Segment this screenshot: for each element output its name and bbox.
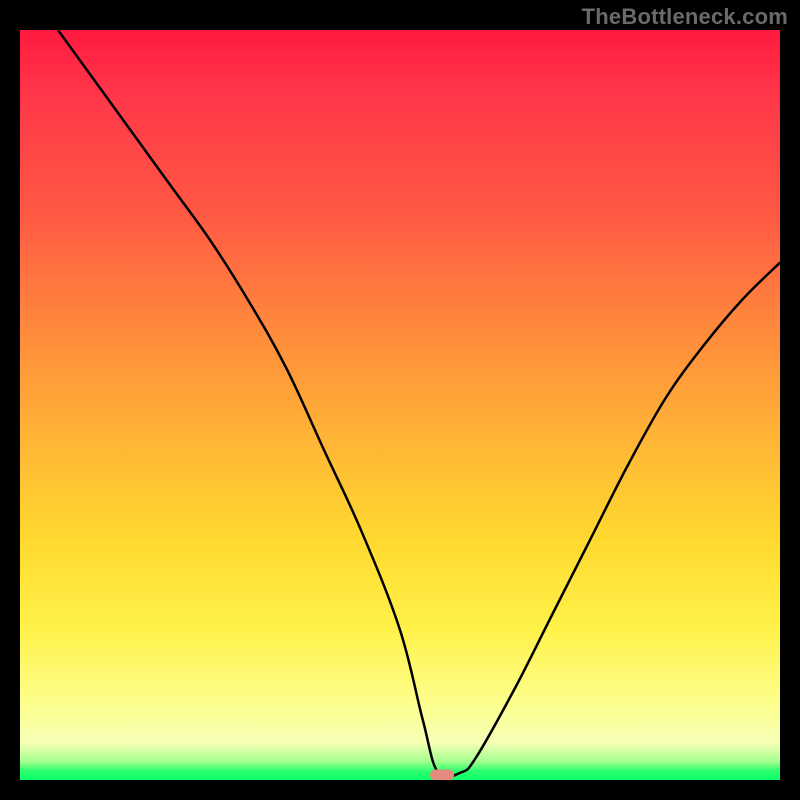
watermark-text: TheBottleneck.com (582, 4, 788, 30)
optimum-marker (430, 769, 454, 780)
chart-frame: TheBottleneck.com (0, 0, 800, 800)
bottleneck-curve-svg (20, 30, 780, 780)
plot-area (20, 30, 780, 780)
bottleneck-curve-path (58, 30, 780, 777)
